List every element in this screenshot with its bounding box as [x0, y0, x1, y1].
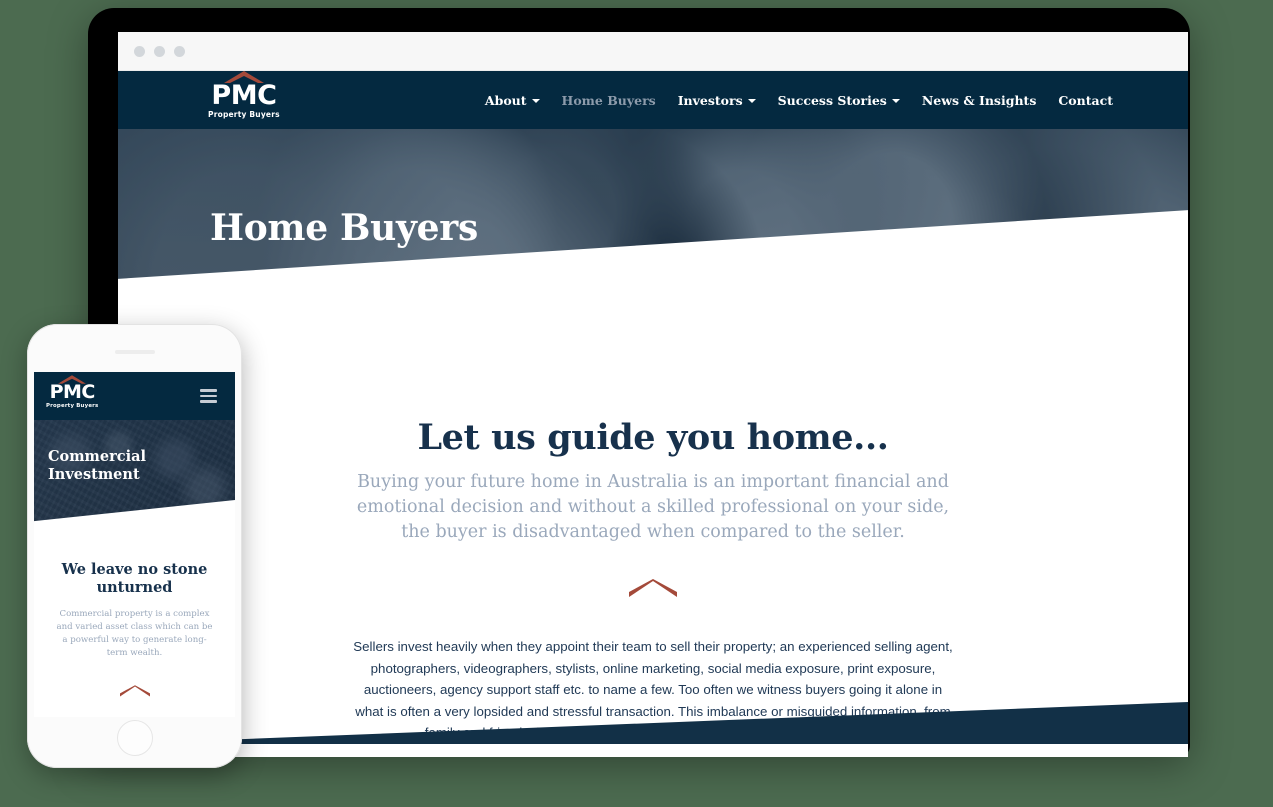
- nav-item-about[interactable]: About: [485, 93, 540, 108]
- phone-screen: PMC Property Buyers Commercial Investmen…: [34, 372, 235, 717]
- phone-site-logo[interactable]: PMC Property Buyers: [46, 375, 99, 409]
- roof-chevron-icon: [223, 70, 264, 83]
- roof-chevron-icon: [58, 375, 87, 384]
- phone-hero-banner: Commercial Investment: [34, 420, 235, 533]
- window-controls: [134, 45, 185, 57]
- site-header: PMC Property Buyers About Home Buyers In…: [118, 70, 1188, 129]
- logo-wordmark: PMC: [211, 79, 277, 111]
- phone-home-button[interactable]: [116, 720, 153, 756]
- chevron-down-icon: [531, 99, 540, 103]
- hamburger-bar: [200, 400, 217, 403]
- section-heading: Let us guide you home...: [417, 417, 889, 458]
- chevron-down-icon: [747, 99, 756, 103]
- hero-banner: Home Buyers: [118, 129, 1188, 359]
- nav-item-news-insights[interactable]: News & Insights: [922, 93, 1037, 108]
- hamburger-bar: [200, 394, 217, 398]
- nav-item-investors[interactable]: Investors: [678, 93, 756, 108]
- phone-section-heading: We leave no stone unturned: [61, 561, 208, 597]
- nav-label-about: About: [484, 92, 527, 108]
- chevron-divider-icon: [629, 579, 677, 598]
- close-dot[interactable]: [134, 45, 145, 57]
- nav-label-home-buyers: Home Buyers: [561, 92, 656, 108]
- nav-label-contact: Contact: [1058, 92, 1113, 108]
- site-logo[interactable]: PMC Property Buyers: [208, 70, 280, 119]
- laptop-screen: PMC Property Buyers About Home Buyers In…: [118, 32, 1188, 757]
- maximize-dot[interactable]: [174, 45, 185, 57]
- phone-page-title-line1: Commercial: [48, 448, 147, 465]
- laptop-mockup: PMC Property Buyers About Home Buyers In…: [88, 8, 1190, 757]
- nav-item-home-buyers[interactable]: Home Buyers: [562, 93, 656, 108]
- section-body: Sellers invest heavily when they appoint…: [353, 639, 953, 741]
- phone-section-body: Commercial property is a complex and var…: [56, 609, 213, 659]
- logo-tagline: Property Buyers: [208, 109, 280, 119]
- phone-speaker: [114, 350, 155, 354]
- nav-label-success-stories: Success Stories: [777, 92, 887, 108]
- minimize-dot[interactable]: [154, 45, 165, 57]
- hamburger-menu-icon[interactable]: [200, 389, 217, 403]
- phone-logo-tagline: Property Buyers: [46, 402, 99, 409]
- nav-item-contact[interactable]: Contact: [1058, 93, 1113, 108]
- chevron-down-icon: [891, 99, 900, 103]
- phone-page-title-line2: Investment: [48, 465, 140, 483]
- browser-titlebar: [118, 32, 1188, 71]
- phone-mockup: PMC Property Buyers Commercial Investmen…: [27, 324, 242, 768]
- chevron-divider-icon: [119, 684, 150, 696]
- section-lede: Buying your future home in Australia is …: [356, 472, 950, 543]
- nav-label-news-insights: News & Insights: [921, 92, 1037, 108]
- page-content: Let us guide you home... Buying your fut…: [118, 359, 1188, 744]
- nav-label-investors: Investors: [677, 92, 743, 108]
- phone-page-title: Commercial Investment: [48, 448, 146, 483]
- phone-content: We leave no stone unturned Commercial pr…: [34, 533, 235, 703]
- page-title: Home Buyers: [210, 207, 478, 249]
- hamburger-bar: [200, 389, 217, 392]
- phone-logo-wordmark: PMC: [49, 380, 96, 403]
- main-navigation: About Home Buyers Investors Success Stor…: [485, 93, 1113, 108]
- phone-site-header: PMC Property Buyers: [34, 372, 235, 420]
- nav-item-success-stories[interactable]: Success Stories: [778, 93, 900, 108]
